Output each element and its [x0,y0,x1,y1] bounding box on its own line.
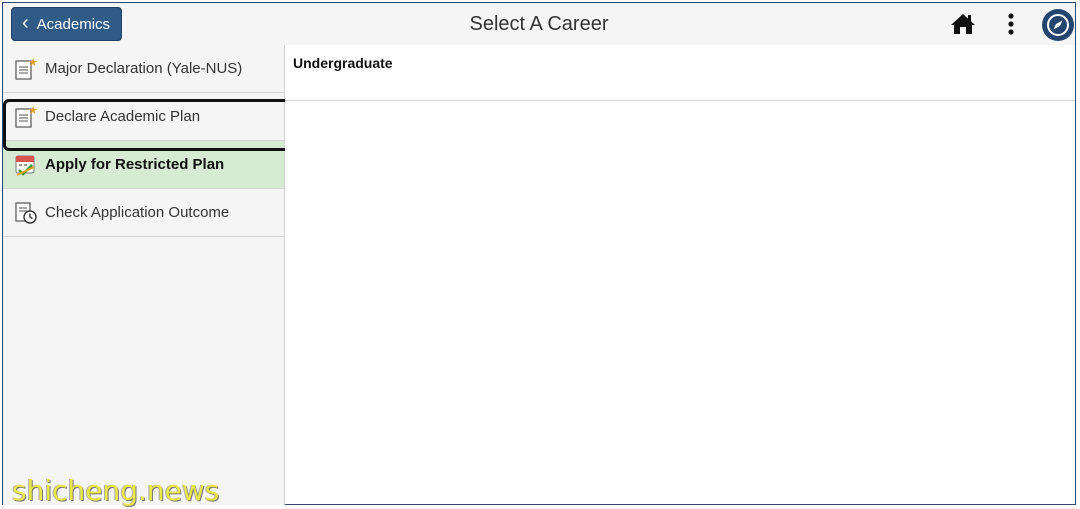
sidebar-item-major-declaration[interactable]: Major Declaration (Yale-NUS) [3,45,284,93]
home-icon[interactable] [949,10,977,38]
sidebar-item-apply-restricted-plan[interactable]: Apply for Restricted Plan [3,141,284,189]
career-row-undergraduate[interactable]: Undergraduate [285,45,1075,101]
page-title: Select A Career [469,13,609,35]
app-frame: ‹ Academics Select A Career Major Declar… [2,2,1076,505]
sidebar-item-label: Apply for Restricted Plan [45,156,225,173]
watermark-text: shicheng.news [12,474,220,507]
sidebar-item-label: Major Declaration (Yale-NUS) [45,60,243,77]
sidebar: Major Declaration (Yale-NUS) Declare Aca… [3,45,285,505]
form-star-icon [13,56,39,82]
sidebar-item-label: Check Application Outcome [45,204,230,221]
header-bar: ‹ Academics Select A Career [3,3,1075,46]
more-options-icon[interactable] [997,10,1025,38]
navbar-compass-icon[interactable] [1041,8,1075,42]
calendar-check-icon [13,152,39,178]
main-content: Undergraduate [285,45,1075,504]
form-star-icon [13,104,39,130]
sidebar-item-declare-academic-plan[interactable]: Declare Academic Plan [3,93,284,141]
sidebar-item-check-application-outcome[interactable]: Check Application Outcome [3,189,284,237]
sidebar-item-label: Declare Academic Plan [45,108,201,125]
document-clock-icon [13,200,39,226]
